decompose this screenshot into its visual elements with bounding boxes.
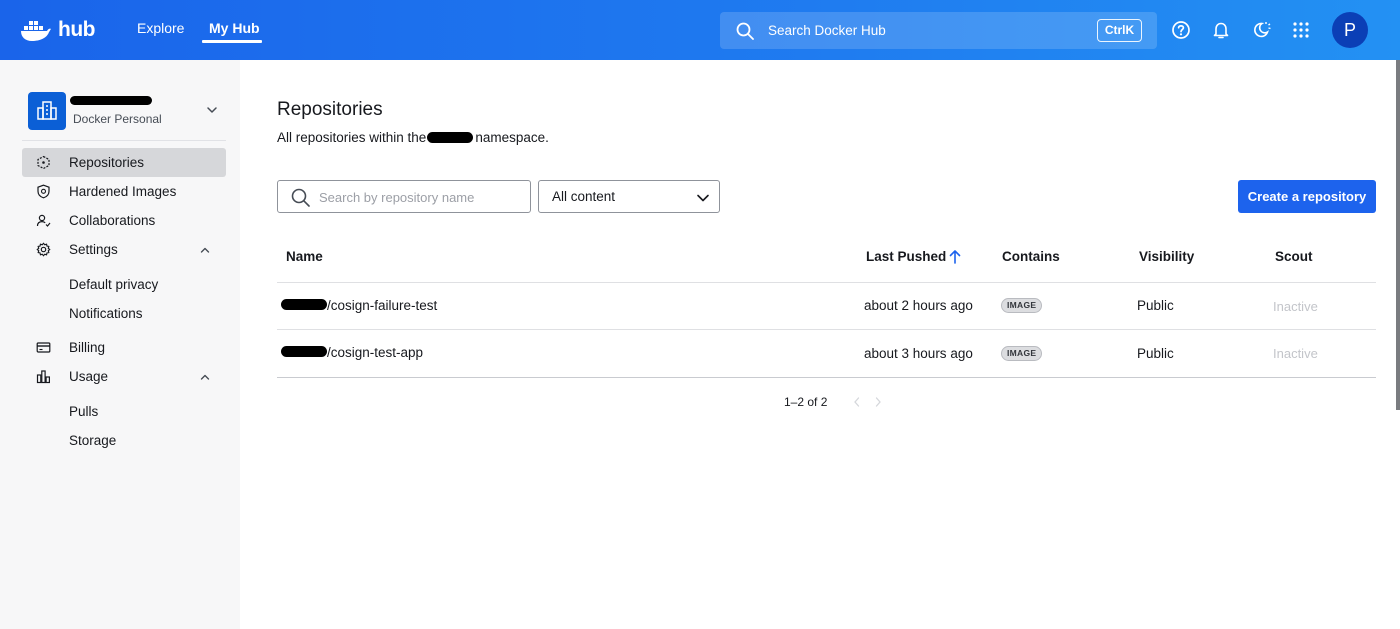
namespace-switcher[interactable]: Docker Personal — [28, 92, 226, 132]
organization-icon — [28, 92, 66, 130]
content-filter-value: All content — [552, 189, 616, 204]
sort-ascending-arrow-icon[interactable] — [948, 249, 962, 265]
table-row-divider — [277, 329, 1376, 330]
gear-icon — [36, 242, 51, 257]
top-navigation-bar: hub Explore My Hub Search Docker Hub Ctr… — [0, 0, 1400, 60]
repository-name-link[interactable]: /cosign-failure-test — [327, 298, 437, 313]
redacted-namespace-name — [70, 96, 152, 105]
people-icon — [36, 214, 51, 227]
sidebar-item-hardened-images[interactable]: Hardened Images — [22, 177, 226, 206]
search-icon — [291, 188, 310, 207]
sidebar-item-label: Settings — [69, 242, 118, 257]
user-avatar[interactable]: P — [1332, 12, 1368, 48]
chevron-up-icon — [200, 247, 210, 253]
docker-hub-logo[interactable]: hub — [20, 15, 95, 45]
docker-whale-icon — [21, 21, 51, 41]
sidebar-item-usage[interactable]: Usage — [22, 362, 226, 391]
sidebar-item-label: Usage — [69, 369, 109, 384]
sidebar-divider — [22, 140, 226, 141]
last-pushed-value: about 3 hours ago — [864, 346, 973, 361]
shield-icon — [37, 184, 50, 199]
repository-name-link[interactable]: /cosign-test-app — [327, 345, 423, 360]
active-nav-underline — [202, 40, 262, 43]
logo-text: hub — [58, 18, 95, 41]
sidebar-item-label: Repositories — [69, 155, 145, 170]
column-header-contains[interactable]: Contains — [1002, 249, 1060, 264]
sidebar-item-label: Collaborations — [69, 213, 156, 228]
previous-page-icon[interactable] — [852, 396, 862, 408]
global-search-bar[interactable]: Search Docker Hub CtrlK — [720, 12, 1157, 49]
pagination-range: 1–2 of 2 — [784, 395, 828, 409]
chevron-down-icon — [207, 107, 217, 113]
visibility-value: Public — [1137, 346, 1174, 361]
theme-toggle-icon[interactable] — [1251, 20, 1271, 40]
scout-status: Inactive — [1273, 346, 1318, 361]
credit-card-icon — [36, 342, 51, 353]
global-search-placeholder: Search Docker Hub — [768, 23, 886, 38]
apps-grid-icon[interactable] — [1291, 20, 1311, 40]
column-header-name[interactable]: Name — [286, 249, 323, 264]
sidebar-item-collaborations[interactable]: Collaborations — [22, 206, 226, 235]
page-title: Repositories — [277, 99, 383, 120]
nav-my-hub[interactable]: My Hub — [209, 20, 260, 36]
content-filter-select[interactable]: All content — [538, 180, 720, 213]
sidebar-item-settings[interactable]: Settings — [22, 235, 226, 264]
next-page-icon[interactable] — [873, 396, 883, 408]
help-icon[interactable] — [1171, 20, 1191, 40]
content-type-badge: IMAGE — [1001, 346, 1043, 361]
nav-explore[interactable]: Explore — [137, 20, 184, 36]
bar-chart-icon — [36, 370, 51, 384]
sidebar-subitem-notifications[interactable]: Notifications — [69, 306, 143, 321]
create-repository-button[interactable]: Create a repository — [1238, 180, 1376, 213]
sidebar-item-repositories[interactable]: Repositories — [22, 148, 226, 177]
column-header-last-pushed[interactable]: Last Pushed — [866, 249, 946, 264]
table-bottom-divider — [277, 377, 1376, 378]
page-subtitle: All repositories within the namespace. — [277, 130, 549, 145]
table-header-divider — [277, 282, 1376, 283]
sidebar-item-label: Hardened Images — [69, 184, 177, 199]
building-icon — [37, 101, 57, 120]
notifications-bell-icon[interactable] — [1211, 20, 1231, 40]
sidebar-subitem-storage[interactable]: Storage — [69, 433, 116, 448]
keyboard-shortcut-badge: CtrlK — [1097, 19, 1142, 42]
column-header-scout[interactable]: Scout — [1275, 249, 1313, 264]
search-icon — [736, 22, 754, 40]
content-type-badge: IMAGE — [1001, 298, 1043, 313]
sidebar-subitem-pulls[interactable]: Pulls — [69, 404, 98, 419]
chevron-up-icon — [200, 374, 210, 380]
column-header-visibility[interactable]: Visibility — [1139, 249, 1194, 264]
chevron-down-icon — [697, 194, 709, 202]
redacted-namespace — [281, 346, 327, 357]
last-pushed-value: about 2 hours ago — [864, 298, 973, 313]
cube-icon — [37, 155, 50, 170]
namespace-type-label: Docker Personal — [73, 112, 162, 126]
sidebar-item-billing[interactable]: Billing — [22, 333, 226, 362]
repository-search-placeholder: Search by repository name — [319, 190, 475, 205]
subtitle-text-after: namespace. — [475, 130, 549, 145]
sidebar: Docker Personal Repositories Hardened Im… — [0, 60, 240, 629]
sidebar-item-label: Billing — [69, 340, 106, 355]
subtitle-text-before: All repositories within the — [277, 130, 427, 145]
scout-status: Inactive — [1273, 299, 1318, 314]
redacted-namespace — [281, 299, 327, 310]
page-scrollbar[interactable] — [1396, 60, 1400, 410]
repository-search-input[interactable]: Search by repository name — [277, 180, 531, 213]
sidebar-subitem-default-privacy[interactable]: Default privacy — [69, 277, 158, 292]
redacted-namespace — [427, 132, 474, 143]
visibility-value: Public — [1137, 298, 1174, 313]
